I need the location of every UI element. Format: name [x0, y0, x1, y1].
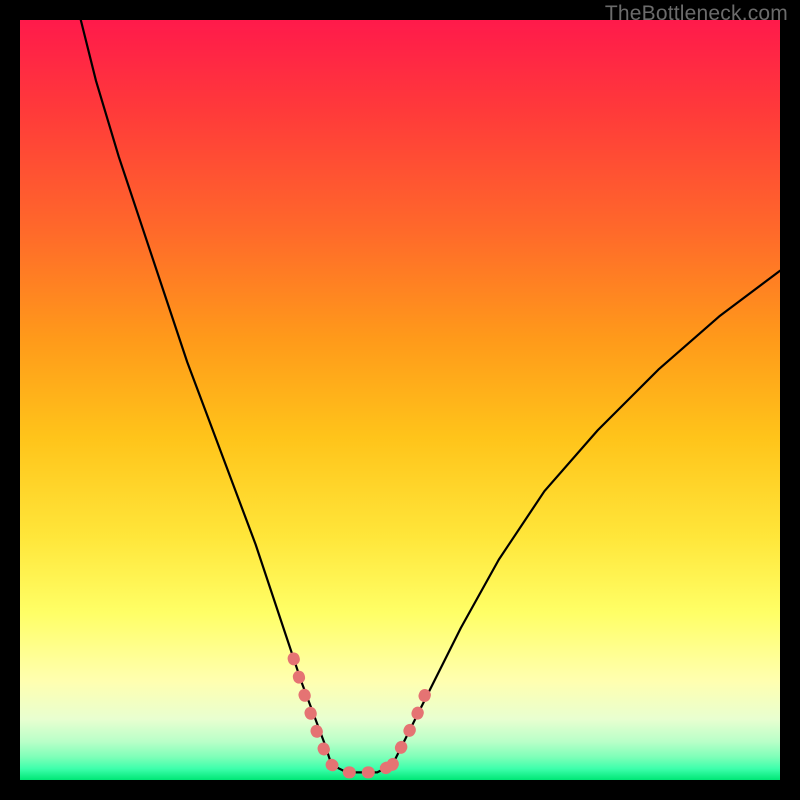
watermark-text: TheBottleneck.com	[605, 2, 788, 26]
overlay-left	[294, 658, 332, 764]
plot-area	[20, 20, 780, 780]
curve-right	[392, 271, 780, 765]
chart-svg	[20, 20, 780, 780]
overlay-right	[392, 681, 430, 765]
chart-frame: TheBottleneck.com	[0, 0, 800, 800]
